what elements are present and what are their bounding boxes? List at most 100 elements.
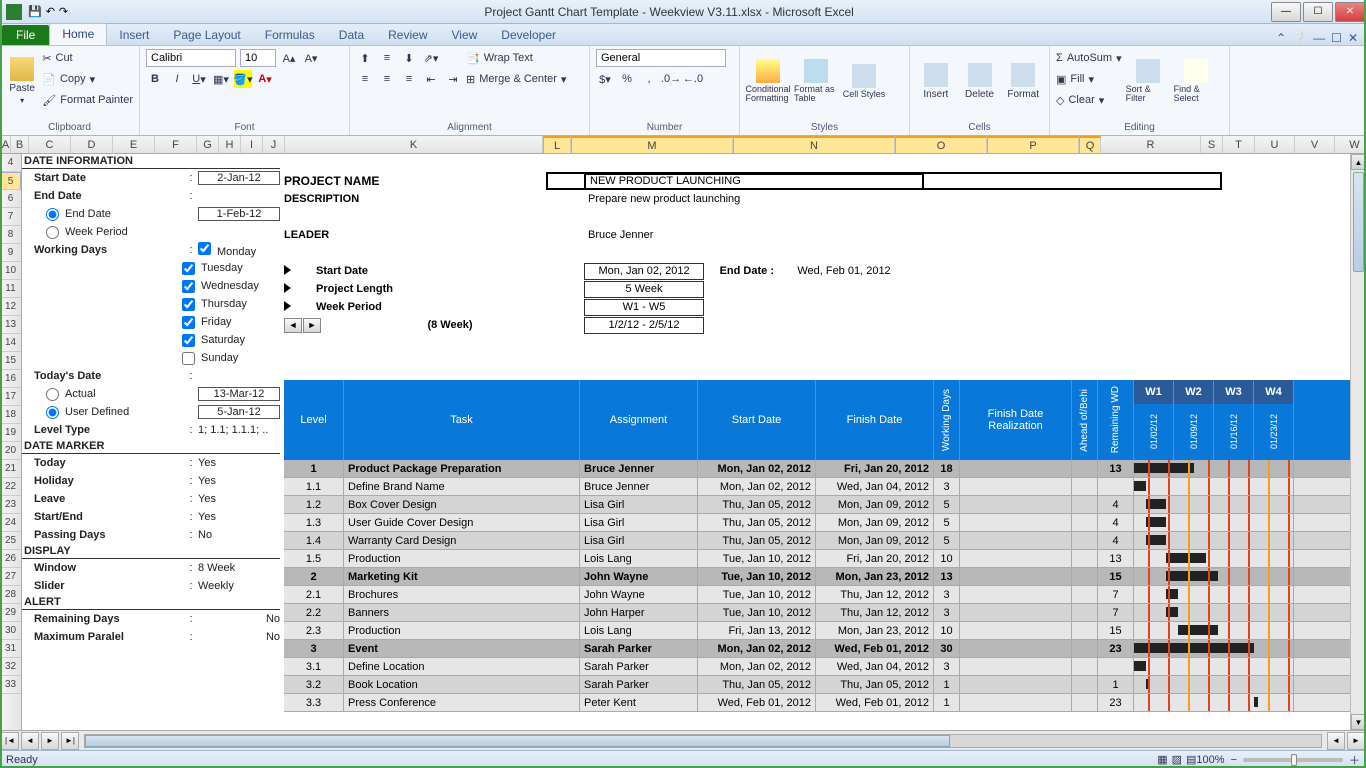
quick-access-save[interactable]: 💾 <box>28 5 42 18</box>
task-row[interactable]: 3.3Press ConferencePeter KentWed, Feb 01… <box>284 694 1366 712</box>
zoom-slider[interactable] <box>1243 758 1343 762</box>
col-header-T[interactable]: T <box>1223 136 1255 153</box>
expand-icon[interactable] <box>284 265 291 275</box>
task-row[interactable]: 1.2Box Cover DesignLisa GirlThu, Jan 05,… <box>284 496 1366 514</box>
actual-radio[interactable] <box>46 388 59 401</box>
align-right-icon[interactable]: ≡ <box>400 70 418 88</box>
task-row[interactable]: 3EventSarah ParkerMon, Jan 02, 2012Wed, … <box>284 640 1366 658</box>
row-header-19[interactable]: 19 <box>0 424 21 442</box>
minimize-ribbon-icon[interactable]: ⌃ <box>1276 31 1286 45</box>
hscroll-left[interactable]: ◄ <box>1327 732 1345 750</box>
col-header-U[interactable]: U <box>1255 136 1295 153</box>
wrap-text-button[interactable]: 📑 Wrap Text <box>466 48 566 68</box>
format-painter-button[interactable]: 🖌 Format Painter <box>42 90 133 110</box>
row-header-31[interactable]: 31 <box>0 640 21 658</box>
increase-font-icon[interactable]: A▴ <box>280 49 298 67</box>
task-row[interactable]: 2.2BannersJohn HarperTue, Jan 10, 2012Th… <box>284 604 1366 622</box>
tab-formulas[interactable]: Formulas <box>253 25 327 45</box>
row-header-4[interactable]: 4 <box>0 154 21 172</box>
zoom-in-icon[interactable]: ＋ <box>1349 752 1360 768</box>
col-header-L[interactable]: L <box>543 136 571 154</box>
align-top-icon[interactable]: ⬆ <box>356 49 374 67</box>
task-row[interactable]: 1.5ProductionLois LangTue, Jan 10, 2012F… <box>284 550 1366 568</box>
col-header-S[interactable]: S <box>1201 136 1223 153</box>
user-def-date-value[interactable]: 5-Jan-12 <box>198 405 280 419</box>
sort-filter-button[interactable]: Sort & Filter <box>1126 48 1170 114</box>
row-header-16[interactable]: 16 <box>0 370 21 388</box>
col-header-G[interactable]: G <box>197 136 219 153</box>
worksheet-cells[interactable]: DATE INFORMATION Start Date:2-Jan-12 End… <box>22 154 1366 730</box>
col-header-R[interactable]: R <box>1101 136 1201 153</box>
col-header-P[interactable]: P <box>987 136 1079 154</box>
task-row[interactable]: 2.1BrochuresJohn WayneTue, Jan 10, 2012T… <box>284 586 1366 604</box>
orientation-icon[interactable]: ⇗▾ <box>422 49 440 67</box>
row-header-24[interactable]: 24 <box>0 514 21 532</box>
bold-button[interactable]: B <box>146 70 164 88</box>
col-header-K[interactable]: K <box>285 136 543 153</box>
tab-developer[interactable]: Developer <box>489 25 568 45</box>
zoom-level[interactable]: 100% <box>1196 754 1224 766</box>
view-normal-icon[interactable]: ▦ <box>1157 753 1167 766</box>
task-row[interactable]: 2Marketing KitJohn WayneTue, Jan 10, 201… <box>284 568 1366 586</box>
day-sunday-check[interactable] <box>182 352 195 365</box>
delete-cells-button[interactable]: Delete <box>960 48 1000 114</box>
fill-color-button[interactable]: 🪣▾ <box>234 70 252 88</box>
row-header-20[interactable]: 20 <box>0 442 21 460</box>
border-button[interactable]: ▦▾ <box>212 70 230 88</box>
row-header-23[interactable]: 23 <box>0 496 21 514</box>
tab-review[interactable]: Review <box>376 25 439 45</box>
tab-data[interactable]: Data <box>327 25 376 45</box>
tab-insert[interactable]: Insert <box>107 25 161 45</box>
task-row[interactable]: 1.3User Guide Cover DesignLisa GirlThu, … <box>284 514 1366 532</box>
clear-button[interactable]: ◇ Clear ▾ <box>1056 90 1122 110</box>
scroll-thumb[interactable] <box>1353 172 1364 272</box>
inc-decimal-icon[interactable]: .0→ <box>662 70 680 88</box>
align-bottom-icon[interactable]: ⬇ <box>400 49 418 67</box>
align-left-icon[interactable]: ≡ <box>356 70 374 88</box>
currency-icon[interactable]: $▾ <box>596 70 614 88</box>
font-size-select[interactable] <box>240 49 276 67</box>
align-center-icon[interactable]: ≡ <box>378 70 396 88</box>
underline-button[interactable]: U▾ <box>190 70 208 88</box>
row-header-8[interactable]: 8 <box>0 226 21 244</box>
number-format-select[interactable] <box>596 49 726 67</box>
day-wednesday-check[interactable] <box>182 280 195 293</box>
italic-button[interactable]: I <box>168 70 186 88</box>
close-button[interactable]: ✕ <box>1335 2 1365 22</box>
row-header-27[interactable]: 27 <box>0 568 21 586</box>
row-header-10[interactable]: 10 <box>0 262 21 280</box>
row-header-5[interactable]: 5 <box>0 172 21 190</box>
indent-dec-icon[interactable]: ⇤ <box>422 70 440 88</box>
quick-access-redo[interactable]: ↷ <box>59 5 68 18</box>
col-header-E[interactable]: E <box>113 136 155 153</box>
autosum-button[interactable]: Σ AutoSum ▾ <box>1056 48 1122 68</box>
horizontal-scrollbar[interactable] <box>84 734 1322 748</box>
actual-date-value[interactable]: 13-Mar-12 <box>198 387 280 401</box>
col-header-M[interactable]: M <box>571 136 733 154</box>
view-layout-icon[interactable]: ▨ <box>1172 753 1182 766</box>
col-header-C[interactable]: C <box>29 136 71 153</box>
scroll-down-icon[interactable]: ▼ <box>1351 714 1366 730</box>
col-header-I[interactable]: I <box>241 136 263 153</box>
col-header-D[interactable]: D <box>71 136 113 153</box>
minimize-button[interactable]: — <box>1271 2 1301 22</box>
align-middle-icon[interactable]: ≡ <box>378 49 396 67</box>
col-header-A[interactable]: A <box>1 136 11 153</box>
doc-close-icon[interactable]: ✕ <box>1348 31 1358 45</box>
row-header-32[interactable]: 32 <box>0 658 21 676</box>
indent-inc-icon[interactable]: ⇥ <box>444 70 462 88</box>
day-monday-check[interactable] <box>198 242 211 255</box>
conditional-formatting-button[interactable]: Conditional Formatting <box>746 48 790 114</box>
percent-icon[interactable]: % <box>618 70 636 88</box>
merge-center-button[interactable]: ⊞ Merge & Center ▾ <box>466 69 566 89</box>
task-row[interactable]: 3.2Book LocationSarah ParkerThu, Jan 05,… <box>284 676 1366 694</box>
tab-page-layout[interactable]: Page Layout <box>161 25 252 45</box>
row-header-28[interactable]: 28 <box>0 586 21 604</box>
maximize-button[interactable]: ☐ <box>1303 2 1333 22</box>
cut-button[interactable]: ✂ Cut <box>42 48 133 68</box>
tab-view[interactable]: View <box>440 25 490 45</box>
row-header-6[interactable]: 6 <box>0 190 21 208</box>
col-header-H[interactable]: H <box>219 136 241 153</box>
row-header-30[interactable]: 30 <box>0 622 21 640</box>
row-header-11[interactable]: 11 <box>0 280 21 298</box>
